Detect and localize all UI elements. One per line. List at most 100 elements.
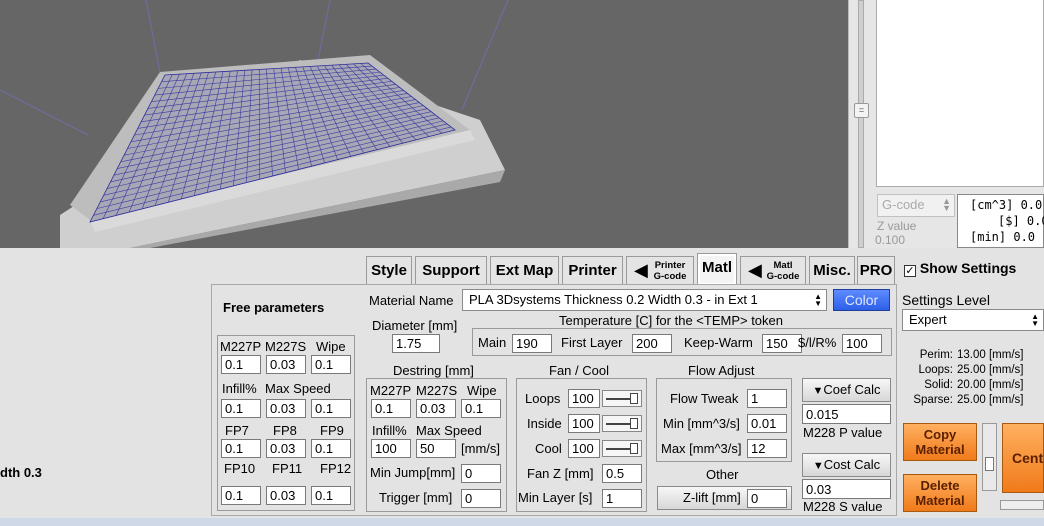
- temp-sir-input[interactable]: [842, 334, 882, 353]
- speed-value: 25.00 [mm/s]: [957, 364, 1024, 376]
- temperature-title: Temperature [C] for the <TEMP> token: [559, 313, 783, 328]
- slider-thumb[interactable]: [630, 393, 638, 404]
- layer-slider-handle[interactable]: =: [854, 103, 869, 118]
- fan-loops-slider[interactable]: [602, 390, 642, 407]
- temp-first-layer-input[interactable]: [632, 334, 672, 353]
- temp-keep-warm-label: Keep-Warm: [684, 335, 753, 350]
- destring-header: Max Speed: [416, 423, 482, 438]
- tab-support[interactable]: Support: [415, 256, 487, 284]
- tab-label: Printer: [568, 262, 617, 279]
- fan-inside-label: Inside: [527, 416, 562, 431]
- tab-label: Support: [422, 262, 480, 279]
- fan-cool-title: Fan / Cool: [549, 363, 609, 378]
- fp-header: FP7: [225, 423, 249, 438]
- temp-main-label: Main: [478, 335, 507, 350]
- coef-value-input[interactable]: [802, 404, 891, 424]
- fp-m227p-input[interactable]: [221, 355, 261, 374]
- flow-adjust-title: Flow Adjust: [688, 363, 755, 378]
- destring-m227p-input[interactable]: [371, 399, 411, 418]
- fp-infill-input[interactable]: [221, 399, 261, 418]
- slider-thumb[interactable]: [630, 418, 638, 429]
- min-layer-input[interactable]: [602, 489, 642, 508]
- flow-max-input[interactable]: [747, 439, 787, 458]
- material-scrollbar[interactable]: [982, 423, 997, 491]
- speed-value: 13.00 [mm/s]: [957, 349, 1024, 361]
- min-jump-input[interactable]: [461, 464, 501, 483]
- tab-misc[interactable]: Misc.: [809, 256, 855, 284]
- cost-value-input[interactable]: [802, 479, 891, 499]
- destring-header: Wipe: [467, 383, 497, 398]
- tab-printer[interactable]: Printer: [562, 256, 623, 284]
- min-layer-label: Min Layer [s]: [518, 490, 593, 505]
- center-button[interactable]: Cent: [1002, 423, 1044, 493]
- fp-header: Wipe: [316, 339, 346, 354]
- fp-m227s-input[interactable]: [266, 355, 306, 374]
- gcode-view-select[interactable]: G-code ▲ ▼: [877, 194, 955, 217]
- temp-keep-warm-input[interactable]: [762, 334, 802, 353]
- tab-label: PRO: [859, 262, 893, 279]
- cost-calc-button[interactable]: ▼Cost Calc: [802, 453, 891, 477]
- flow-tweak-input[interactable]: [747, 389, 787, 408]
- fan-z-input[interactable]: [602, 464, 642, 483]
- temp-main-input[interactable]: [512, 334, 552, 353]
- fan-cool-input[interactable]: [568, 439, 600, 458]
- fan-cool-slider[interactable]: [602, 440, 642, 457]
- window-bottom-edge: [0, 518, 1044, 526]
- free-parameters-title: Free parameters: [223, 300, 325, 315]
- tab-pro[interactable]: PRO: [857, 256, 895, 284]
- fp10-input[interactable]: [221, 486, 261, 505]
- 3d-viewport[interactable]: [0, 0, 848, 248]
- slider-thumb[interactable]: [630, 443, 638, 454]
- fan-inside-input[interactable]: [568, 414, 600, 433]
- coef-calc-button[interactable]: ▼Coef Calc: [802, 378, 891, 402]
- button-label: Cost Calc: [823, 457, 881, 472]
- tab-matl-gcode[interactable]: ◀ Matl G-code: [740, 256, 806, 284]
- trigger-input[interactable]: [461, 489, 501, 508]
- settings-level-select[interactable]: Expert ▲ ▼: [902, 309, 1044, 331]
- z-lift-input[interactable]: [747, 489, 787, 508]
- fan-cool-label: Cool: [535, 441, 562, 456]
- show-settings-label: Show Settings: [919, 260, 1017, 276]
- fp9-input[interactable]: [311, 439, 351, 458]
- show-settings-checkbox[interactable]: ✓ Show Settings: [904, 260, 1016, 277]
- destring-m227s-input[interactable]: [416, 399, 456, 418]
- fan-inside-slider[interactable]: [602, 415, 642, 432]
- tab-label: Ext Map: [495, 262, 554, 279]
- destring-wipe-input[interactable]: [461, 399, 501, 418]
- layer-slider-track[interactable]: [858, 0, 864, 248]
- material-name-select[interactable]: PLA 3Dsystems Thickness 0.2 Width 0.3 - …: [462, 289, 827, 311]
- delete-material-button[interactable]: Delete Material: [903, 474, 977, 512]
- speed-row: Sparse: 25.00 [mm/s]: [905, 393, 1044, 408]
- speed-value: 20.00 [mm/s]: [957, 379, 1024, 391]
- flow-max-label: Max [mm^3/s]: [661, 441, 742, 456]
- tab-matl[interactable]: Matl: [697, 253, 737, 285]
- tab-printer-gcode[interactable]: ◀ Printer G-code: [626, 256, 694, 284]
- scrollbar-thumb[interactable]: [985, 457, 994, 471]
- destring-infill-input[interactable]: [371, 439, 411, 458]
- fp8-input[interactable]: [266, 439, 306, 458]
- diameter-input[interactable]: [392, 334, 440, 353]
- fan-loops-input[interactable]: [568, 389, 600, 408]
- destring-max-speed-input[interactable]: [416, 439, 456, 458]
- fp7-input[interactable]: [221, 439, 261, 458]
- left-panel-text: dth 0.3: [0, 465, 42, 480]
- tab-ext-map[interactable]: Ext Map: [490, 256, 559, 284]
- fp-header: M227P: [220, 339, 262, 354]
- fp-speed-extra-input[interactable]: [311, 399, 351, 418]
- tab-style[interactable]: Style: [366, 256, 412, 284]
- button-label: Color: [844, 292, 879, 308]
- speed-row: Loops: 25.00 [mm/s]: [905, 363, 1044, 378]
- button-label: Copy Material: [915, 427, 965, 457]
- destring-header: M227P: [370, 383, 412, 398]
- fp-wipe-input[interactable]: [311, 355, 351, 374]
- copy-material-button[interactable]: Copy Material: [903, 423, 977, 461]
- fp-max-speed-input[interactable]: [266, 399, 306, 418]
- fp12-input[interactable]: [311, 486, 351, 505]
- bottom-scrollbar[interactable]: [1000, 500, 1044, 510]
- color-button[interactable]: Color: [833, 289, 890, 311]
- flow-min-input[interactable]: [747, 414, 787, 433]
- button-label: Coef Calc: [823, 382, 881, 397]
- fp11-input[interactable]: [266, 486, 306, 505]
- button-label: Cent: [1012, 450, 1044, 466]
- destring-speed-unit: [mm/s]: [461, 441, 500, 456]
